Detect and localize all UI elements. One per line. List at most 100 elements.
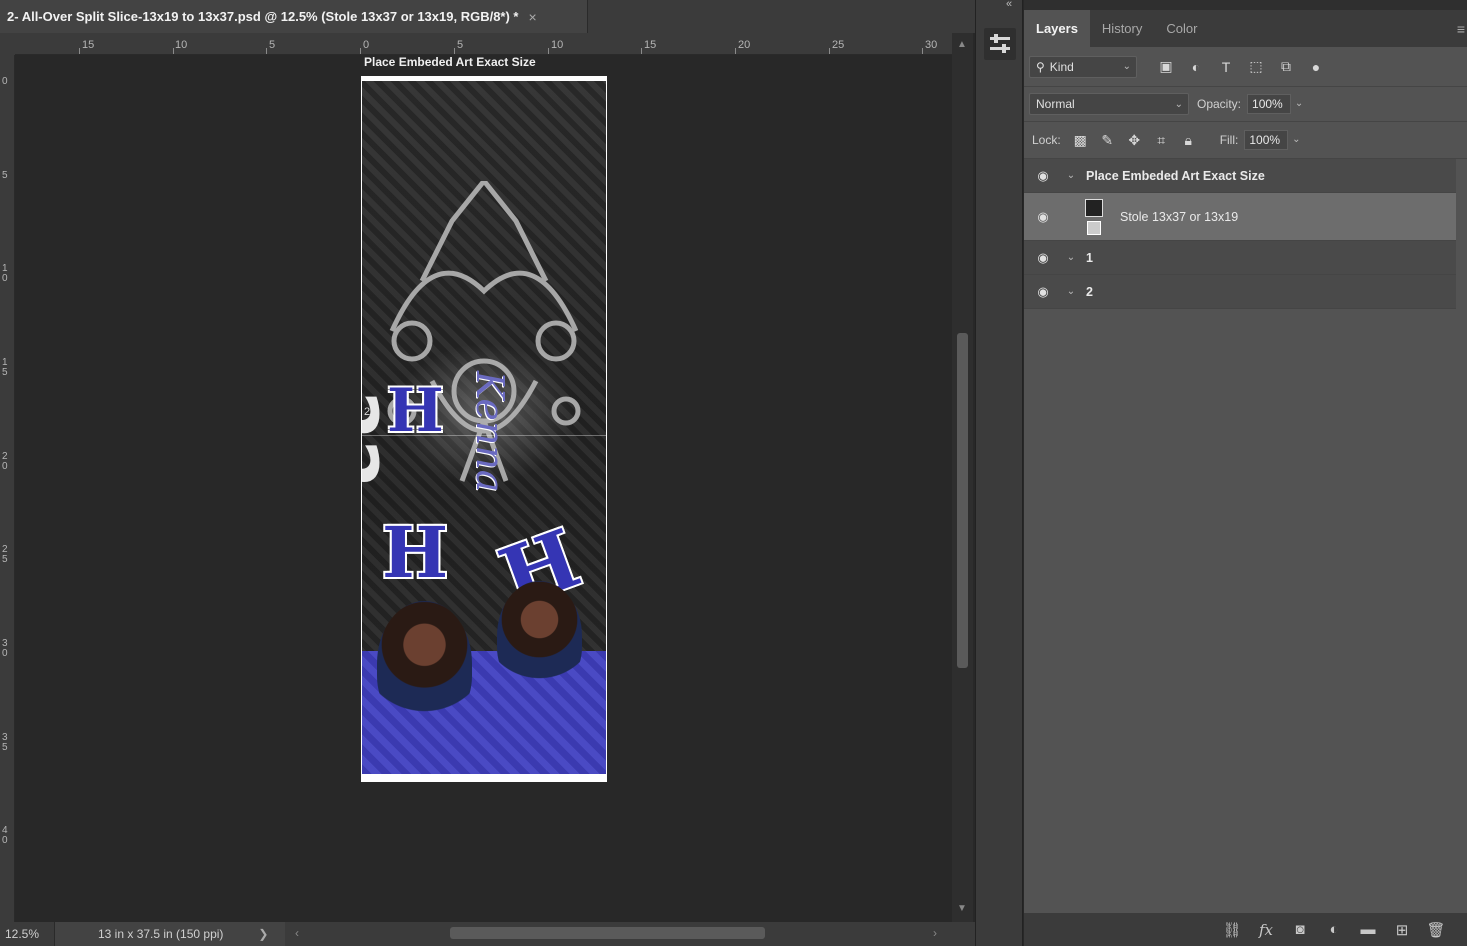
document-info[interactable]: 13 in x 37.5 in (150 ppi) ❯ [54,922,285,946]
layer-row[interactable]: ◉ ⌄ 1 [1024,241,1456,275]
horizontal-scrollbar[interactable]: ‹ › [285,922,945,946]
vertical-ruler[interactable]: 0 5 1 0 1 5 2 0 2 5 3 0 3 5 4 0 [0,55,15,922]
layer-name: 2 [1086,284,1093,299]
layer-mask-icon[interactable]: ◙ [1283,921,1317,938]
eye-icon[interactable]: ◉ [1024,209,1062,225]
fx-icon[interactable]: fx [1249,921,1283,939]
layer-row[interactable]: ◉ Stole 13x37 or 13x19 [1024,193,1456,241]
properties-panel-icon[interactable] [984,28,1016,60]
close-icon[interactable]: × [528,9,536,25]
panel-menu-icon[interactable]: ≡ [1457,21,1465,37]
image-filter-icon[interactable]: ▣ [1151,58,1181,75]
fill-label: Fill: [1219,133,1239,147]
opacity-field[interactable]: 100% [1247,94,1292,114]
chevron-down-icon[interactable]: ⌄ [1288,130,1304,150]
scroll-right-icon[interactable]: › [933,926,937,940]
tab-history[interactable]: History [1090,10,1154,47]
chevron-down-icon[interactable]: ⌄ [1291,94,1307,114]
filter-kind-dropdown[interactable]: ⚲ Kind ⌄ [1029,55,1137,78]
filter-toggle-icon[interactable]: ● [1301,59,1331,75]
tab-layers[interactable]: Layers [1024,10,1090,47]
ruler-tick [548,48,549,54]
layer-row[interactable]: ◉ ⌄ 2 [1024,275,1456,309]
collapse-panels-icon[interactable]: « [1006,0,1012,10]
sliders-icon [990,34,1010,53]
eye-icon[interactable]: ◉ [1024,250,1062,266]
ruler-label: 20 [738,39,751,51]
eye-icon[interactable]: ◉ [1024,284,1062,300]
layers-panel-dock: Layers History Color ≡ ⚲ Kind ⌄ ▣ ◐ T ⬚ … [1024,0,1467,946]
link-layers-icon[interactable]: ⛓ [1215,921,1249,939]
blend-mode-dropdown[interactable]: Normal ⌄ [1029,93,1189,115]
blend-row: Normal ⌄ Opacity: 100% ⌄ [1024,87,1467,122]
status-bar: 12.5% 13 in x 37.5 in (150 ppi) ❯ ‹ › [0,922,975,946]
scroll-up-icon[interactable]: ▲ [957,39,967,50]
chevron-right-icon[interactable]: ❯ [258,927,268,941]
new-group-icon[interactable]: ▬ [1351,921,1385,938]
class-year-graphic: 22 [362,391,392,489]
fill-field[interactable]: 100% [1244,130,1289,150]
chevron-down-icon[interactable]: ⌄ [1062,170,1080,181]
ruler-tick [173,48,174,54]
canvas-area[interactable]: Place Embeded Art Exact Size 2 H H H 22 … [15,55,952,922]
zoom-level[interactable]: 12.5% [0,927,54,941]
ruler-label: 25 [832,39,845,51]
ruler-label: 15 [82,39,95,51]
lock-label: Lock: [1032,133,1061,147]
ruler-corner[interactable] [0,33,15,55]
horizontal-scroll-thumb[interactable] [450,927,765,939]
adjustment-filter-icon[interactable]: ◐ [1181,59,1211,75]
chevron-down-icon[interactable]: ⌄ [1062,286,1080,297]
ruler-label: 5 [269,39,276,51]
horizontal-ruler[interactable]: 15 10 5 0 5 10 15 20 25 30 [15,33,952,55]
artboard[interactable]: 2 H H H 22 Kenna [361,76,607,782]
vertical-scrollbar[interactable]: ▲ ▼ [952,33,973,922]
layer-thumbnail [1084,197,1106,237]
layers-scroll-strip[interactable] [1456,159,1467,946]
portrait-photo [497,581,582,691]
search-icon: ⚲ [1036,59,1045,74]
scroll-left-icon[interactable]: ‹ [295,926,299,940]
document-tab[interactable]: 2- All-Over Split Slice-13x19 to 13x37.p… [0,0,588,33]
ruler-tick [922,48,923,54]
smart-object-icon [1087,220,1101,235]
vertical-scroll-thumb[interactable] [957,333,968,668]
stole-artwork: 2 H H H 22 Kenna [362,81,606,774]
document-tab-bar: 2- All-Over Split Slice-13x19 to 13x37.p… [0,0,975,33]
new-layer-icon[interactable]: ⊞ [1385,921,1419,939]
smart-object-filter-icon[interactable]: ⧉ [1271,58,1301,75]
lock-all-icon[interactable]: 🔒︎ [1175,132,1202,149]
layer-thumbnail-image [1085,198,1103,217]
ruler-label: 15 [644,39,657,51]
chevron-down-icon: ⌄ [1122,61,1131,72]
document-tab-title: 2- All-Over Split Slice-13x19 to 13x37.p… [7,9,519,24]
ruler-label: 4 0 [2,825,8,846]
lock-artboard-icon[interactable]: ⌗ [1148,132,1175,149]
trash-icon[interactable]: 🗑︎ [1419,921,1453,939]
ruler-label: 3 5 [2,732,8,753]
ruler-label: 30 [925,39,938,51]
layers-panel: ⚲ Kind ⌄ ▣ ◐ T ⬚ ⧉ ● Normal ⌄ Opacity: 1… [1024,47,1467,946]
lock-position-icon[interactable]: ✥ [1121,132,1148,149]
adjustment-layer-icon[interactable]: ◐ [1317,921,1351,938]
ruler-tick [266,48,267,54]
ruler-label: 2 0 [2,451,8,472]
lock-pixels-icon[interactable]: ✎ [1094,132,1121,149]
ruler-label: 10 [551,39,564,51]
layers-list: ◉ ⌄ Place Embeded Art Exact Size ◉ Stole… [1024,159,1467,309]
type-filter-icon[interactable]: T [1211,59,1241,75]
filter-kind-value: Kind [1049,59,1074,74]
scroll-down-icon[interactable]: ▼ [957,903,967,914]
layer-row[interactable]: ◉ ⌄ Place Embeded Art Exact Size [1024,159,1456,193]
lock-row: Lock: ▩ ✎ ✥ ⌗ 🔒︎ Fill: 100% ⌄ [1024,122,1467,159]
tab-color[interactable]: Color [1154,10,1209,47]
opacity-label: Opacity: [1197,97,1242,111]
ruler-label: 1 0 [2,263,8,284]
panel-tab-bar: Layers History Color ≡ [1024,10,1467,47]
eye-icon[interactable]: ◉ [1024,168,1062,184]
shape-filter-icon[interactable]: ⬚ [1241,58,1271,75]
ruler-tick [360,48,361,54]
lock-transparency-icon[interactable]: ▩ [1067,132,1094,149]
chevron-down-icon[interactable]: ⌄ [1062,252,1080,263]
ruler-label: 1 5 [2,357,8,378]
